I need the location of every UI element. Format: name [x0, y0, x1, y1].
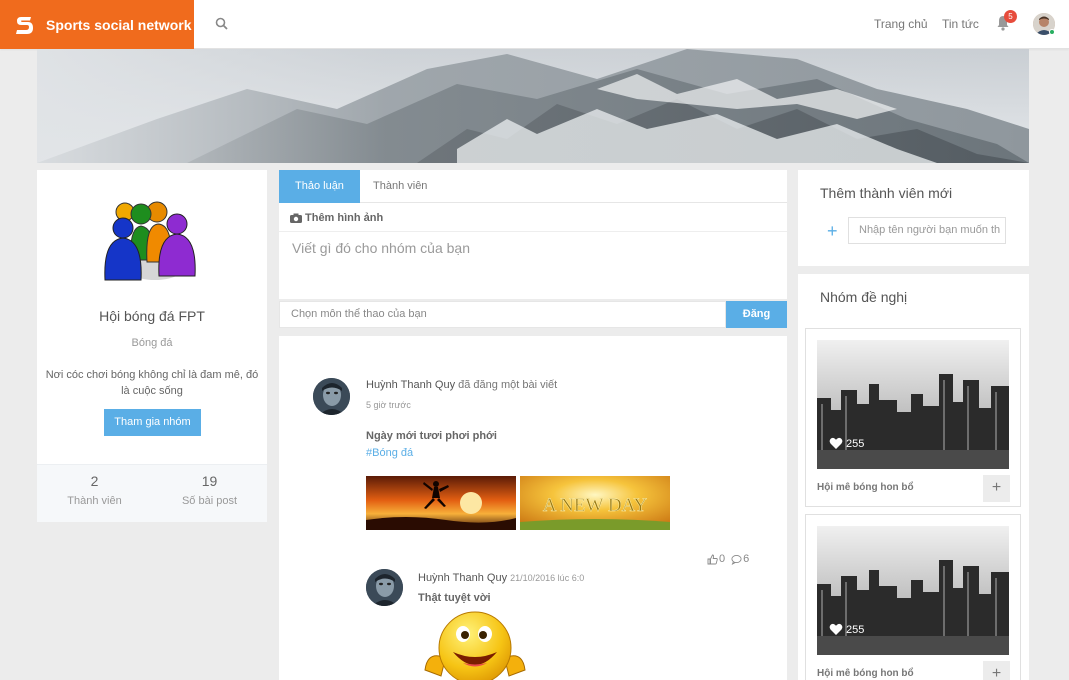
- post-textarea[interactable]: Viết gì đó cho nhóm của bạn: [292, 240, 470, 256]
- add-photo-label: Thêm hình ảnh: [305, 212, 384, 224]
- group-info-card: Hội bóng đá FPT Bóng đá Nơi cóc chơi bón…: [37, 170, 267, 522]
- suggested-group-item[interactable]: 255 Hội mê bóng hon bổ +: [805, 514, 1021, 680]
- post-hashtag[interactable]: #Bóng đá: [366, 447, 413, 459]
- invite-member-card: Thêm thành viên mới + Nhập tên người bạn…: [798, 170, 1029, 266]
- search-icon[interactable]: [215, 17, 229, 31]
- cover-image: [37, 49, 1029, 163]
- group-description: Nơi cóc chơi bóng không chỉ là đam mê, đ…: [45, 369, 259, 397]
- tab-members[interactable]: Thành viên: [357, 170, 443, 203]
- suggested-group-name[interactable]: Hội mê bóng hon bổ: [817, 668, 914, 679]
- post-image-sunset[interactable]: [366, 476, 516, 530]
- add-member-icon[interactable]: +: [827, 221, 838, 242]
- suggested-group-likes: 255: [829, 623, 864, 636]
- likes-count: 255: [846, 623, 865, 636]
- logo-icon: [12, 11, 38, 38]
- post-composer: Thảo luận Thành viên Thêm hình ảnh Viết …: [279, 170, 787, 328]
- camera-icon: [290, 213, 302, 223]
- post-time: 5 giờ trước: [366, 400, 411, 410]
- group-name: Hội bóng đá FPT: [99, 308, 205, 324]
- nav-home-link[interactable]: Trang chủ: [874, 17, 928, 31]
- new-day-text: A NEW DAY: [543, 495, 648, 516]
- members-label: Thành viên: [67, 495, 122, 507]
- online-status-dot: [1049, 29, 1055, 35]
- post-text: Ngày mới tươi phơi phới: [366, 430, 497, 442]
- suggested-group-name[interactable]: Hội mê bóng hon bổ: [817, 482, 914, 493]
- posts-stat[interactable]: 19 Số bài post: [152, 473, 267, 507]
- members-stat[interactable]: 2 Thành viên: [37, 473, 152, 507]
- notification-badge: 5: [1004, 10, 1017, 23]
- suggested-group-likes: 255: [829, 437, 864, 450]
- suggested-groups-card: Nhóm đề nghị 255 Hội mê bóng hon bổ + 25…: [798, 274, 1029, 680]
- top-navbar: Sports social network Trang chủ Tin tức …: [0, 0, 1069, 49]
- comment-icon: [731, 554, 742, 565]
- group-category: Bóng đá: [131, 337, 173, 349]
- group-logo: [104, 201, 196, 281]
- comment-author-name[interactable]: Huỳnh Thanh Quy: [418, 572, 507, 584]
- thumbs-up-icon: [707, 554, 718, 564]
- comment-time: 21/10/2016 lúc 6:0: [510, 573, 585, 583]
- sport-select-input[interactable]: Chọn môn thể thao của bạn: [279, 301, 726, 328]
- like-button[interactable]: 0: [707, 553, 725, 565]
- tab-discussion[interactable]: Thảo luận: [279, 170, 360, 203]
- suggested-group-item[interactable]: 255 Hội mê bóng hon bổ +: [805, 328, 1021, 507]
- members-count: 2: [90, 473, 99, 489]
- heart-icon: [829, 437, 843, 449]
- invite-title: Thêm thành viên mới: [820, 185, 953, 201]
- comment-author-avatar[interactable]: [366, 569, 403, 606]
- join-group-button[interactable]: Tham gia nhóm: [104, 409, 201, 436]
- post-author: Huỳnh Thanh Quy đã đăng một bài viết: [366, 379, 557, 391]
- suggested-groups-title: Nhóm đề nghị: [820, 289, 908, 305]
- post-author-name[interactable]: Huỳnh Thanh Quy: [366, 379, 455, 391]
- posts-count: 19: [201, 473, 218, 489]
- invite-member-input[interactable]: Nhập tên người bạn muốn th: [848, 217, 1006, 244]
- brand-link[interactable]: Sports social network: [0, 0, 194, 49]
- brand-name: Sports social network: [46, 16, 192, 33]
- post-image-new-day[interactable]: A NEW DAY: [520, 476, 670, 530]
- posts-label: Số bài post: [181, 495, 238, 507]
- post-reactions: 0 6: [707, 553, 755, 565]
- post-button[interactable]: Đăng: [726, 301, 787, 328]
- thumbs-up-emoji-icon: [424, 611, 526, 680]
- add-photo-button[interactable]: Thêm hình ảnh: [290, 212, 383, 224]
- comment-text: Thật tuyệt vời: [418, 592, 491, 604]
- likes-count: 255: [846, 437, 865, 450]
- composer-divider: [279, 231, 787, 232]
- group-tabs: Thảo luận Thành viên: [279, 170, 787, 203]
- heart-icon: [829, 623, 843, 635]
- comment-button[interactable]: 6: [731, 553, 749, 565]
- add-group-button[interactable]: +: [983, 661, 1010, 680]
- add-group-button[interactable]: +: [983, 475, 1010, 502]
- composer-body: Thêm hình ảnh Viết gì đó cho nhóm của bạ…: [279, 203, 787, 299]
- group-stats: 2 Thành viên 19 Số bài post: [37, 464, 267, 522]
- post-author-avatar[interactable]: [313, 378, 350, 415]
- like-count: 0: [719, 553, 726, 565]
- sport-select-row: Chọn môn thể thao của bạn Đăng: [279, 301, 787, 328]
- nav-news-link[interactable]: Tin tức: [942, 17, 979, 31]
- comment-count: 6: [743, 553, 750, 565]
- comment-author: Huỳnh Thanh Quy 21/10/2016 lúc 6:0: [418, 572, 584, 584]
- post-action: đã đăng một bài viết: [458, 379, 558, 391]
- post-feed: Huỳnh Thanh Quy đã đăng một bài viết 5 g…: [279, 336, 787, 680]
